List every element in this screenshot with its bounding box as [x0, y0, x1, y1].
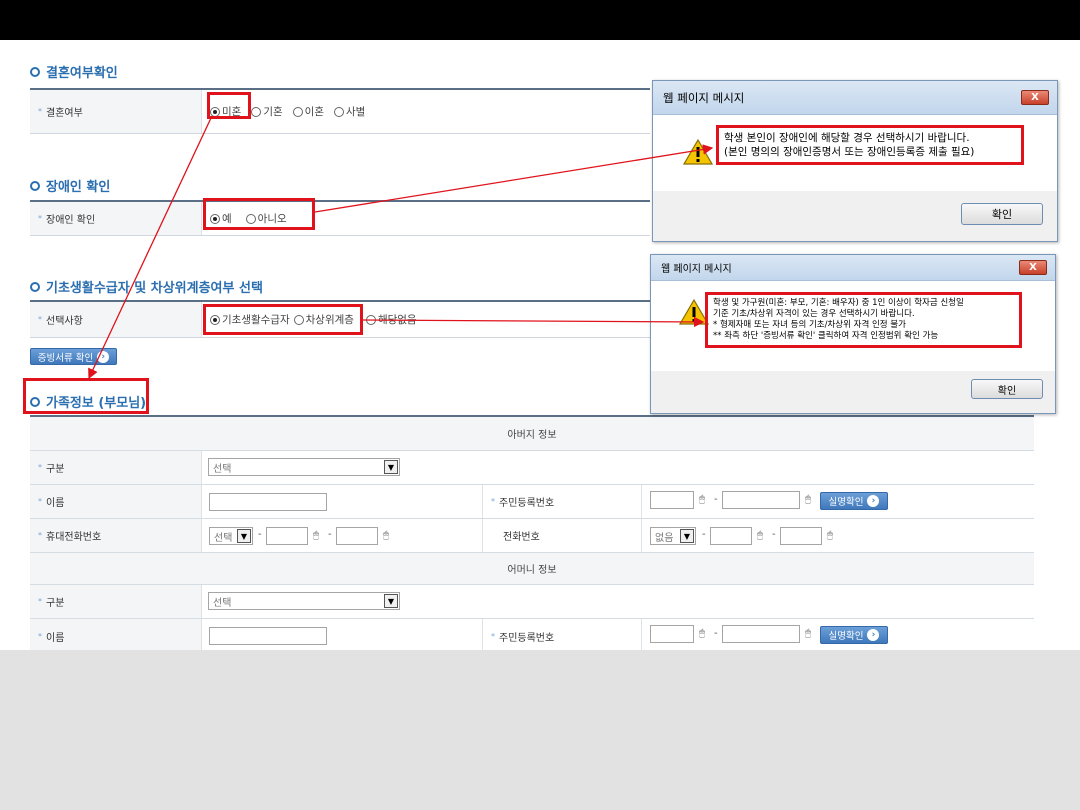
arrow-disability-to-dialog [314, 144, 714, 213]
arrow-single-to-family [88, 117, 212, 380]
annotation-arrows [88, 117, 714, 380]
arrow-welfare-to-dialog [362, 316, 705, 328]
